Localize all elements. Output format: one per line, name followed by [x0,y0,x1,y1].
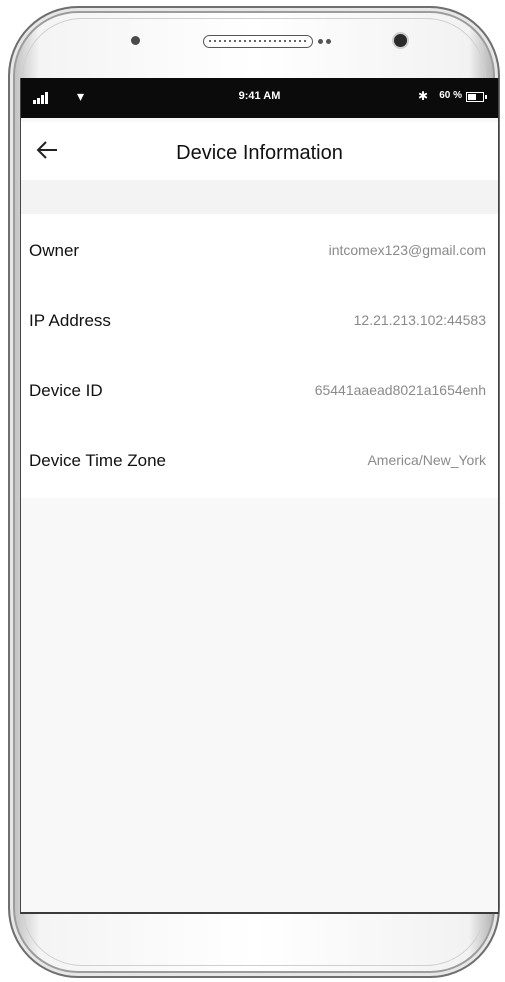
section-spacer [21,180,498,214]
info-row-time-zone: Device Time Zone America/New_York [21,424,498,494]
info-value: intcomex123@gmail.com [328,242,486,258]
info-row-owner: Owner intcomex123@gmail.com [21,214,498,284]
device-info-list: Owner intcomex123@gmail.com IP Address 1… [21,214,498,498]
app-bar: Device Information [21,122,498,180]
speaker-grille [203,35,313,48]
screen-edge [21,912,498,914]
battery-percent: 60 % [439,90,462,101]
info-label: Owner [29,241,80,260]
info-value: 65441aaead8021a1654enh [314,382,486,398]
bluetooth-icon: ✱ [417,89,428,103]
info-value: 12.21.213.102:44583 [353,312,486,328]
front-camera-icon [394,34,407,47]
screen: ▾ 9:41 AM ✱ 60 % Device Information Owne… [20,78,499,914]
page-title: Device Information [176,142,343,164]
info-value: America/New_York [367,452,486,468]
battery-icon [466,92,487,102]
info-label: Device ID [29,381,103,400]
info-row-ip-address: IP Address 12.21.213.102:44583 [21,284,498,354]
proximity-sensor-icon [318,39,338,45]
battery-level [468,94,477,100]
status-bar: ▾ 9:41 AM ✱ 60 % [21,78,498,118]
info-row-device-id: Device ID 65441aaead8021a1654enh [21,354,498,424]
front-sensor-icon [131,36,140,45]
info-label: IP Address [29,311,111,330]
info-label: Device Time Zone [29,451,166,470]
